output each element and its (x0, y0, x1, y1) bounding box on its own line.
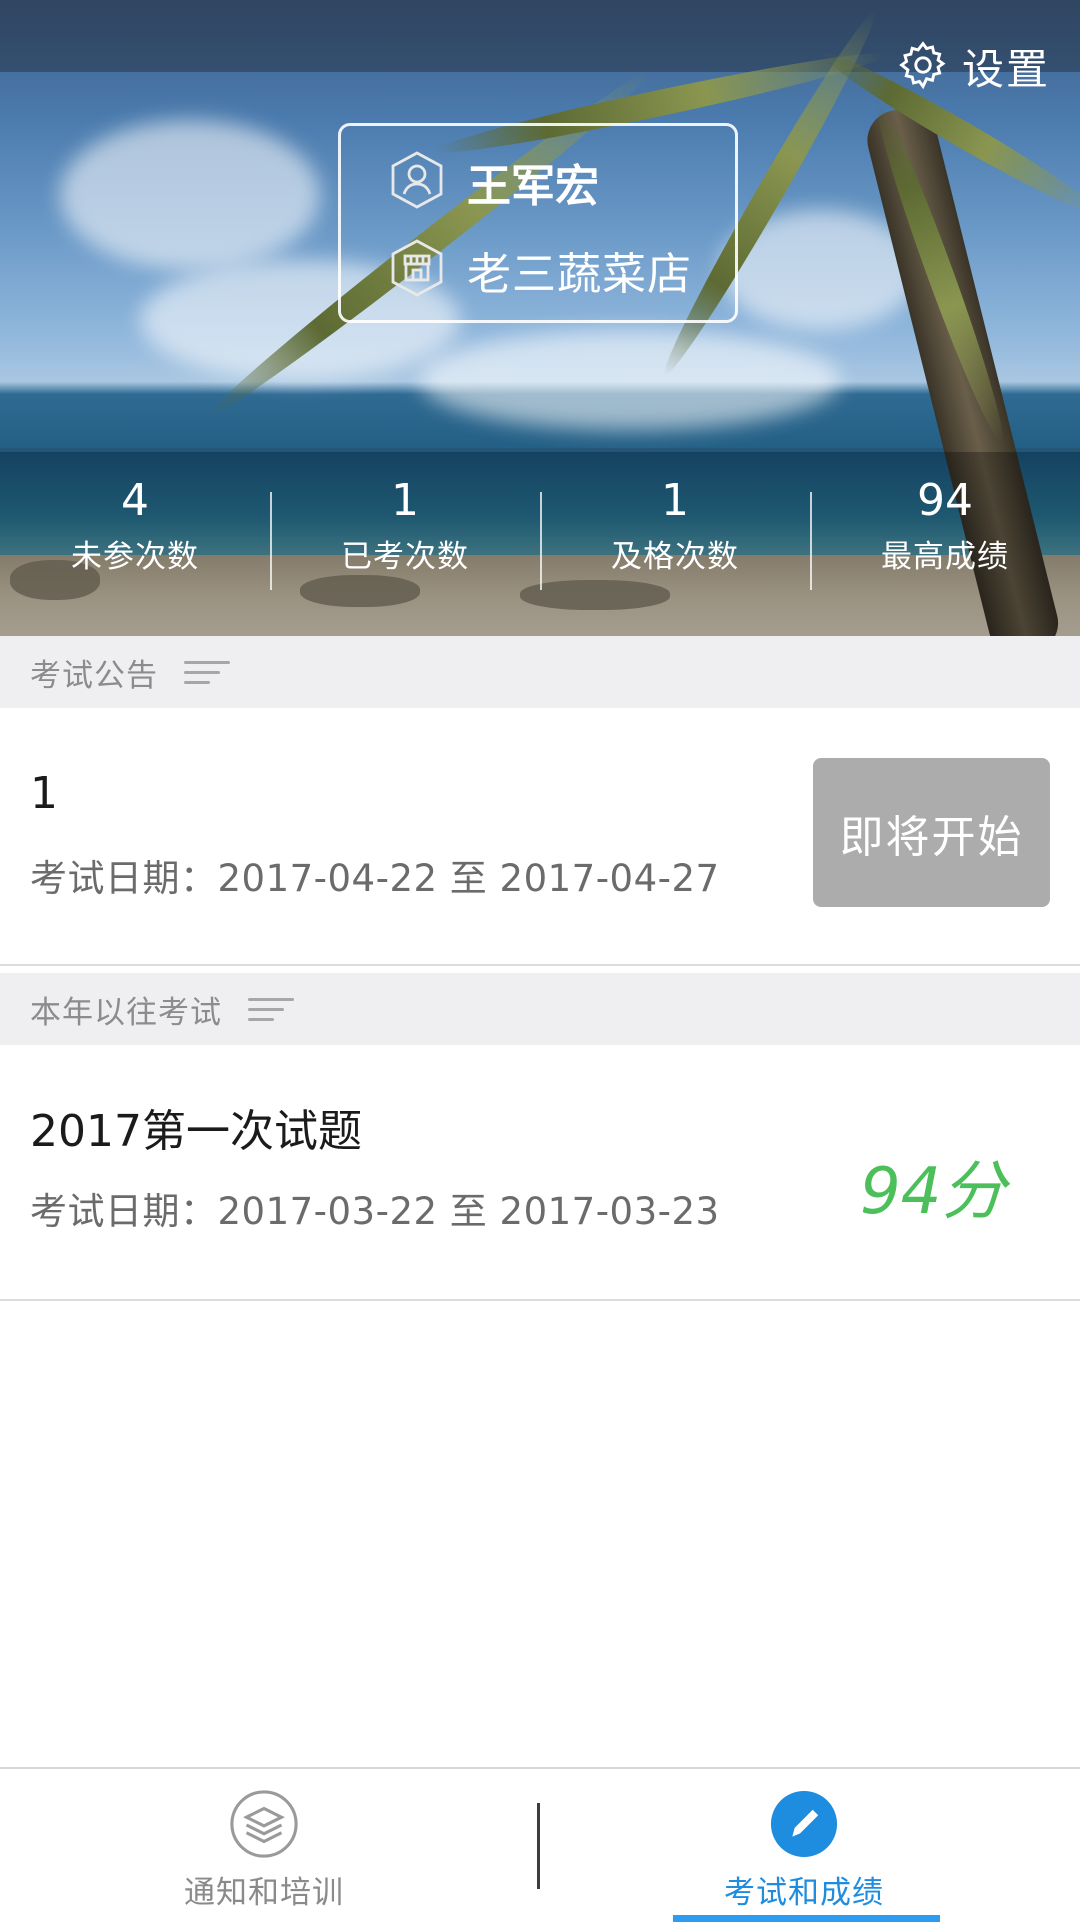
stat-value: 1 (391, 475, 419, 526)
announcements-header: 考试公告 (0, 636, 1080, 708)
header-banner: 设置 王军宏 老三蔬菜店 4 未参次数 1 已考次数 1 及格次数 94 最高成… (0, 0, 1080, 636)
stat-passed: 1 及格次数 (540, 470, 810, 600)
gear-icon (896, 38, 950, 96)
layers-icon (44, 1789, 484, 1859)
stat-value: 4 (121, 475, 149, 526)
store-icon (389, 238, 445, 302)
exam-title: 2017第一次试题 (30, 1106, 362, 1157)
stat-best-score: 94 最高成绩 (810, 470, 1080, 600)
announcement-item[interactable]: 1 考试日期：2017-04-22 至 2017-04-27 即将开始 (0, 708, 1080, 966)
stats-row: 4 未参次数 1 已考次数 1 及格次数 94 最高成绩 (0, 470, 1080, 600)
exam-date: 考试日期：2017-04-22 至 2017-04-27 (30, 857, 720, 900)
nav-tab-notice-training[interactable]: 通知和培训 (44, 1789, 484, 1912)
stat-taken: 1 已考次数 (270, 470, 540, 600)
bottom-navigation: 通知和培训 考试和成绩 (0, 1767, 1080, 1922)
cloud-decoration (60, 120, 320, 270)
settings-label: 设置 (961, 45, 1050, 94)
stat-value: 1 (661, 475, 689, 526)
user-row: 王军宏 (389, 150, 599, 214)
past-exam-item[interactable]: 2017第一次试题 考试日期：2017-03-22 至 2017-03-23 9… (0, 1045, 1080, 1301)
past-exams-header: 本年以往考试 (0, 973, 1080, 1045)
nav-tab-label: 考试和成绩 (724, 1875, 884, 1911)
stat-value: 94 (917, 475, 973, 526)
section-title: 本年以往考试 (30, 994, 222, 1031)
store-name: 老三蔬菜店 (467, 249, 692, 300)
stat-not-attended: 4 未参次数 (0, 470, 270, 600)
store-row: 老三蔬菜店 (389, 238, 692, 302)
nav-tab-label: 通知和培训 (184, 1875, 344, 1911)
nav-divider (537, 1803, 540, 1889)
profile-card: 王军宏 老三蔬菜店 (338, 123, 738, 323)
upcoming-status-button[interactable]: 即将开始 (813, 758, 1050, 907)
list-filter-icon (248, 996, 294, 1022)
stat-label: 最高成绩 (881, 539, 1009, 575)
stat-label: 已考次数 (341, 539, 469, 575)
stat-label: 及格次数 (611, 539, 739, 575)
list-filter-icon (184, 659, 230, 685)
exam-score: 94分 (860, 1155, 1006, 1229)
cloud-decoration (420, 330, 840, 430)
exam-title: 1 (30, 768, 58, 819)
user-name: 王军宏 (467, 161, 599, 212)
section-title: 考试公告 (30, 657, 158, 694)
nav-tab-exams-scores[interactable]: 考试和成绩 (584, 1789, 1024, 1912)
exam-date: 考试日期：2017-03-22 至 2017-03-23 (30, 1190, 720, 1233)
pencil-icon (584, 1789, 1024, 1859)
stat-label: 未参次数 (71, 539, 199, 575)
settings-button[interactable]: 设置 (896, 36, 1050, 97)
active-tab-indicator (673, 1915, 940, 1922)
user-icon (389, 150, 445, 214)
